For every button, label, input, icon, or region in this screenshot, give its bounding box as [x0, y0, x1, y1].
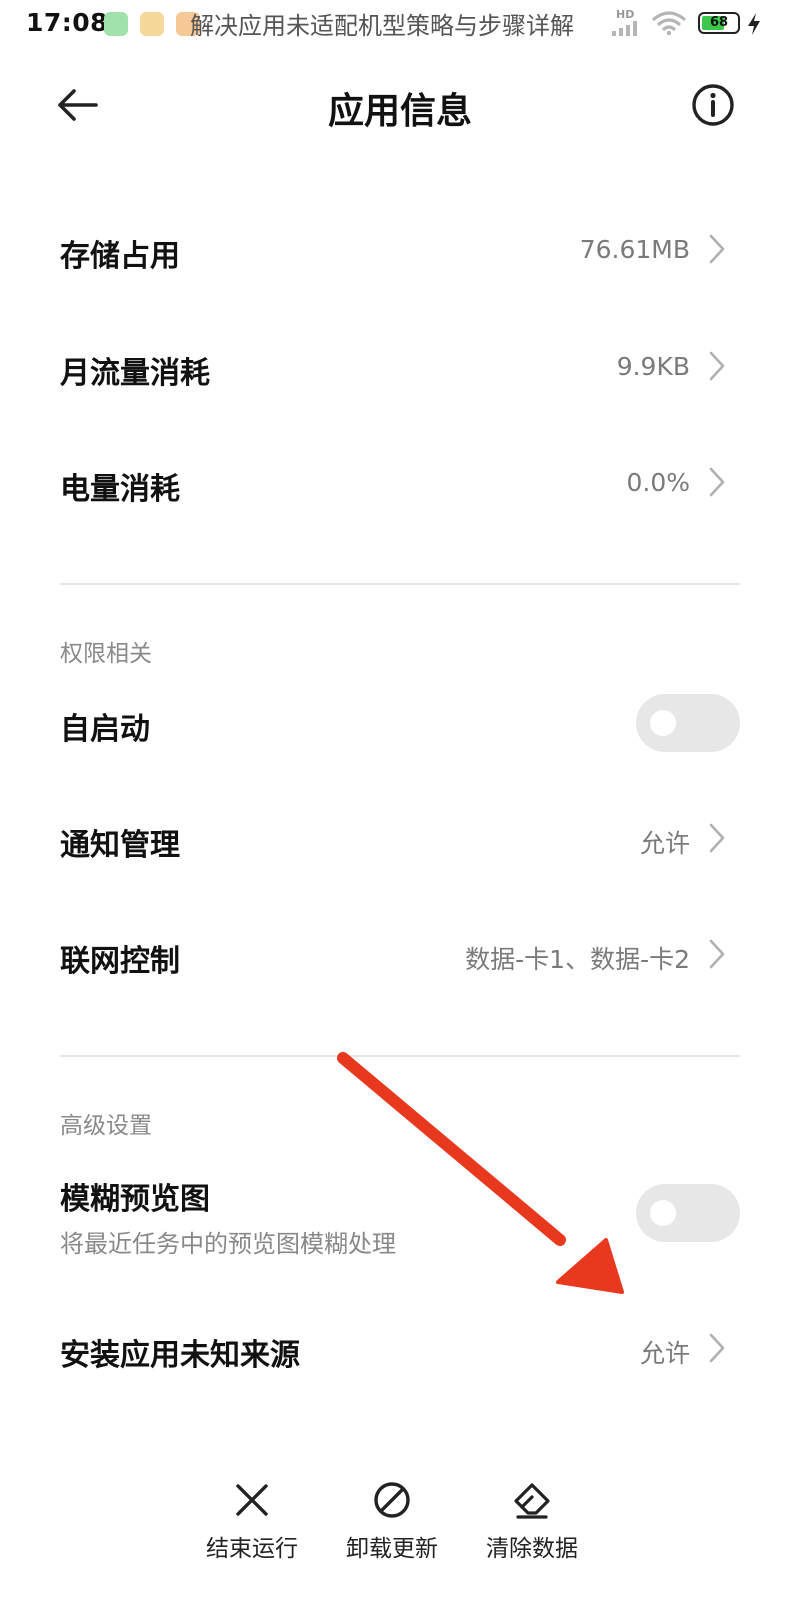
note-notification-icon [140, 12, 164, 36]
section-title-advanced: 高级设置 [60, 1113, 152, 1139]
info-icon[interactable] [690, 82, 736, 128]
section-divider [60, 583, 740, 585]
battery-usage-value: 0.0% [626, 468, 690, 497]
blur-preview-label: 模糊预览图 [60, 1182, 210, 1217]
notification-value: 允许 [639, 829, 690, 858]
unknown-sources-value: 允许 [639, 1339, 690, 1368]
network-control-row[interactable]: 联网控制 数据-卡1、数据-卡2 [0, 900, 800, 1010]
wechat-notification-icon [104, 12, 128, 36]
app-bar: 应用信息 [0, 62, 800, 152]
autostart-row[interactable]: 自启动 [0, 668, 800, 778]
prohibit-icon [374, 1482, 410, 1518]
charging-icon [748, 13, 760, 35]
wifi-icon [652, 11, 686, 36]
network-control-label: 联网控制 [60, 944, 180, 979]
status-bar: 17:08 解决应用未适配机型策略与步骤详解 HD 68 [0, 0, 800, 50]
section-divider [60, 1055, 740, 1057]
signal-icon [612, 20, 642, 36]
unknown-sources-label: 安装应用未知来源 [60, 1338, 300, 1373]
data-usage-value: 9.9KB [616, 352, 690, 381]
watermark-text: 解决应用未适配机型策略与步骤详解 [190, 12, 574, 40]
battery-icon: 68 [698, 12, 740, 34]
storage-value: 76.61MB [579, 235, 690, 264]
autostart-toggle[interactable] [636, 694, 740, 752]
storage-row[interactable]: 存储占用 76.61MB [0, 195, 800, 305]
storage-label: 存储占用 [60, 239, 180, 274]
chevron-right-icon [709, 467, 725, 497]
blur-preview-description: 将最近任务中的预览图模糊处理 [60, 1230, 396, 1258]
blur-preview-toggle[interactable] [636, 1184, 740, 1242]
section-title-permissions: 权限相关 [60, 641, 152, 667]
clear-data-button[interactable]: 清除数据 [462, 1465, 602, 1575]
status-time: 17:08 [26, 8, 109, 37]
chevron-right-icon [709, 823, 725, 853]
bottom-action-bar: 结束运行 卸载更新 清除数据 [0, 1465, 800, 1575]
chevron-right-icon [709, 939, 725, 969]
battery-usage-row[interactable]: 电量消耗 0.0% [0, 428, 800, 538]
close-icon [236, 1484, 268, 1516]
page-title: 应用信息 [327, 91, 472, 132]
chevron-right-icon [709, 1333, 725, 1363]
chevron-right-icon [709, 351, 725, 381]
chevron-right-icon [709, 234, 725, 264]
notification-label: 通知管理 [60, 828, 180, 863]
uninstall-updates-button[interactable]: 卸载更新 [322, 1465, 462, 1575]
blur-preview-row[interactable]: 模糊预览图 将最近任务中的预览图模糊处理 [0, 1150, 800, 1278]
force-stop-button[interactable]: 结束运行 [182, 1465, 322, 1575]
force-stop-label: 结束运行 [206, 1536, 298, 1562]
data-usage-label: 月流量消耗 [60, 356, 210, 391]
data-usage-row[interactable]: 月流量消耗 9.9KB [0, 312, 800, 422]
network-control-value: 数据-卡1、数据-卡2 [465, 945, 690, 974]
unknown-sources-row[interactable]: 安装应用未知来源 允许 [0, 1294, 800, 1404]
notification-row[interactable]: 通知管理 允许 [0, 784, 800, 894]
eraser-icon [514, 1483, 550, 1519]
clear-data-label: 清除数据 [486, 1536, 578, 1562]
battery-level: 68 [709, 15, 729, 30]
autostart-label: 自启动 [60, 712, 150, 747]
battery-usage-label: 电量消耗 [60, 472, 180, 507]
toggle-knob [650, 1200, 676, 1226]
toggle-knob [650, 710, 676, 736]
uninstall-updates-label: 卸载更新 [346, 1536, 438, 1562]
